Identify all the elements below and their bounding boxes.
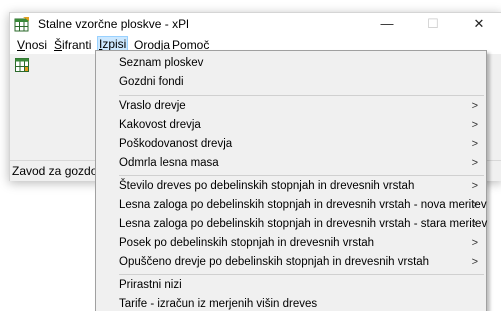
menu-item-vraslo-drevje[interactable]: Vraslo drevje > — [96, 96, 486, 116]
menu-item-seznam-ploskev[interactable]: Seznam ploskev — [96, 53, 486, 73]
menu-item-label: Odmrla lesna masa — [119, 157, 219, 169]
minimize-button[interactable]: — — [364, 13, 410, 35]
close-button[interactable]: ✕ — [456, 13, 501, 35]
menu-item-poskodovanost-drevja[interactable]: Poškodovanost drevja > — [96, 134, 486, 154]
menu-item-label: Seznam ploskev — [119, 57, 204, 69]
menu-label: ifranti — [62, 38, 92, 52]
menu-vnosi[interactable]: Vnosi — [16, 37, 48, 53]
menu-item-label: Prirastni nizi — [119, 279, 182, 291]
menu-item-kakovost-drevja[interactable]: Kakovost drevja > — [96, 115, 486, 135]
menu-item-label: Poškodovanost drevja — [119, 138, 233, 150]
menu-item-label: Vraslo drevje — [119, 100, 186, 112]
menu-item-label: Število dreves po debelinskih stopnjah i… — [119, 180, 415, 192]
menu-item-prirastni-nizi[interactable]: Prirastni nizi — [96, 275, 486, 295]
submenu-arrow-icon: > — [471, 237, 478, 249]
screen: Stalne vzorčne ploskve - xPl — ☐ ✕ Vnosi… — [0, 0, 501, 311]
menu-item-lesna-zaloga-stara[interactable]: Lesna zaloga po debelinskih stopnjah in … — [96, 214, 488, 234]
menu-item-opusceno-drevje[interactable]: Opuščeno drevje po debelinskih stopnjah … — [96, 252, 486, 272]
menu-item-label: Tarife - izračun iz merjenih višin dreve… — [119, 298, 318, 310]
submenu-arrow-icon: > — [471, 138, 478, 150]
izpisi-dropdown-menu: Seznam ploskev Gozdni fondi Vraslo drevj… — [95, 50, 487, 311]
submenu-arrow-icon: > — [471, 100, 478, 112]
menu-sifranti[interactable]: Šifranti — [53, 37, 92, 53]
window-title: Stalne vzorčne ploskve - xPl — [38, 17, 189, 31]
menu-item-lesna-zaloga-nova[interactable]: Lesna zaloga po debelinskih stopnjah in … — [96, 195, 487, 215]
menu-mnemonic: V — [17, 38, 26, 52]
maximize-button[interactable]: ☐ — [410, 13, 456, 35]
menu-item-label: Kakovost drevja — [119, 119, 201, 131]
title-bar[interactable]: Stalne vzorčne ploskve - xPl — ☐ ✕ — [10, 13, 501, 35]
menu-item-posek[interactable]: Posek po debelinskih stopnjah in drevesn… — [96, 233, 486, 253]
menu-item-label: Lesna zaloga po debelinskih stopnjah in … — [119, 199, 487, 211]
menu-label: zpisi — [102, 37, 127, 51]
menu-item-label: Lesna zaloga po debelinskih stopnjah in … — [119, 218, 488, 230]
submenu-arrow-icon: > — [471, 218, 478, 230]
submenu-arrow-icon: > — [471, 119, 478, 131]
app-grid-icon — [14, 17, 29, 32]
menu-item-label: Gozdni fondi — [119, 76, 184, 88]
submenu-arrow-icon: > — [471, 157, 478, 169]
menu-item-label: Posek po debelinskih stopnjah in drevesn… — [119, 237, 375, 249]
menu-item-gozdni-fondi[interactable]: Gozdni fondi — [96, 72, 486, 92]
menu-item-label: Opuščeno drevje po debelinskih stopnjah … — [119, 256, 430, 268]
submenu-arrow-icon: > — [471, 256, 478, 268]
menu-item-tarife[interactable]: Tarife - izračun iz merjenih višin dreve… — [96, 294, 486, 311]
table-grid-icon[interactable] — [14, 57, 30, 73]
menu-mnemonic: Š — [54, 38, 63, 52]
menu-label: nosi — [25, 38, 48, 52]
submenu-arrow-icon: > — [471, 180, 478, 192]
menu-item-stevilo-dreves[interactable]: Število dreves po debelinskih stopnjah i… — [96, 176, 486, 196]
submenu-arrow-icon: > — [471, 199, 478, 211]
menu-item-odmrla-lesna-masa[interactable]: Odmrla lesna masa > — [96, 153, 486, 173]
